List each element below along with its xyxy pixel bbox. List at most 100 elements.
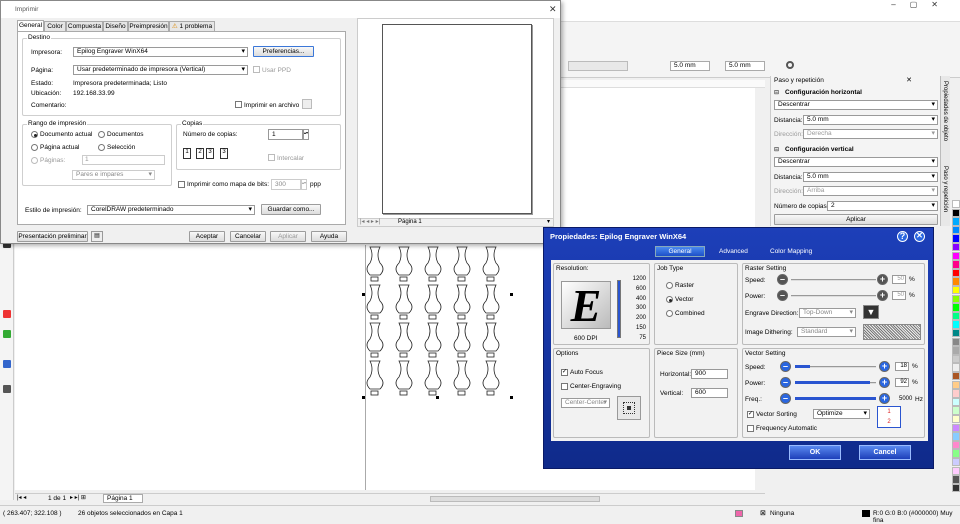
palette-swatch[interactable] [952,286,960,295]
distance-v-input[interactable]: 5.0 mm [725,61,765,71]
horizontal-scrollbar[interactable] [430,496,600,502]
collate-checkbox[interactable] [268,154,275,161]
palette-swatch[interactable] [952,423,960,432]
palette-swatch[interactable] [952,458,960,467]
palette-swatch[interactable] [952,260,960,269]
raster-speed-value[interactable]: 50 [892,275,906,284]
pages-radio[interactable] [31,157,38,164]
palette-swatch[interactable] [952,294,960,303]
center-select[interactable]: Center-Center [561,398,610,408]
vertical-mode-select[interactable]: Descentrar [774,157,938,167]
ok-button[interactable]: OK [789,445,841,460]
raster-power-value[interactable]: 50 [892,291,906,300]
vector-speed-value[interactable]: 18 [895,362,909,371]
print-as-bitmap-checkbox[interactable] [178,181,185,188]
palette-swatch[interactable] [952,354,960,364]
palette-swatch[interactable] [952,311,960,321]
cancel-button[interactable]: Cancel [859,445,911,460]
use-ppd-checkbox[interactable] [253,66,260,73]
save-as-button[interactable]: Guardar como... [261,204,321,215]
palette-swatch[interactable] [952,200,960,209]
help-icon[interactable]: ? [897,231,908,242]
bitmap-dpi-input[interactable]: 300 [271,179,301,190]
close-icon[interactable]: ✕ [549,4,557,15]
raster-power-slider[interactable] [791,295,876,297]
current-document-radio[interactable] [31,131,38,138]
palette-swatch[interactable] [952,415,960,424]
palette-swatch[interactable] [952,363,960,372]
raster-radio[interactable] [666,282,673,289]
palette-swatch[interactable] [952,243,960,252]
dpi-slider[interactable] [617,280,621,338]
current-page-radio[interactable] [31,144,38,151]
plus-icon[interactable]: + [879,393,890,404]
tab-general[interactable]: General [655,246,705,257]
vertical-distance-input[interactable]: 5.0 mm [803,172,938,182]
plus-icon[interactable]: + [877,290,888,301]
minus-icon[interactable]: – [777,290,788,301]
apply-button[interactable]: Aplicar [270,231,306,242]
print-style-select[interactable]: CorelDRAW predeterminado [87,205,255,215]
accept-button[interactable]: Aceptar [189,231,225,242]
horizontal-direction-select[interactable]: Derecha [803,129,938,139]
minus-icon[interactable]: – [780,377,791,388]
palette-swatch[interactable] [952,380,960,389]
horizontal-input[interactable]: 900 [691,369,728,379]
vertical-direction-select[interactable]: Arriba [803,186,938,196]
engrave-direction-select[interactable]: Top-Down [799,308,856,318]
vector-radio[interactable] [666,296,673,303]
vertical-input[interactable]: 600 [691,388,728,398]
print-to-file-checkbox[interactable] [235,101,242,108]
palette-swatch[interactable] [952,277,960,286]
palette-swatch[interactable] [952,234,960,243]
palette-swatch[interactable] [952,389,960,398]
collapse-icon[interactable]: ⊟ [774,146,779,153]
close-icon[interactable]: ✕ [914,231,925,242]
plus-icon[interactable]: + [879,377,890,388]
first-page-icon[interactable]: |◂ ◂ [17,494,26,501]
restore-icon[interactable]: ▢ [910,0,932,9]
align-icon[interactable] [568,61,628,71]
outline-tool-icon[interactable] [3,360,11,368]
minimize-icon[interactable]: – [891,0,909,9]
page-tab[interactable]: Página 1 [103,494,143,503]
close-icon[interactable]: ✕ [931,0,952,9]
palette-swatch[interactable] [952,440,960,450]
horizontal-distance-input[interactable]: 5.0 mm [803,115,938,125]
help-button[interactable]: Ayuda [311,231,347,242]
interactive-tool-icon[interactable] [3,385,11,393]
pages-input[interactable]: 1 [82,155,165,165]
distance-h-input[interactable]: 5.0 mm [670,61,710,71]
palette-swatch[interactable] [952,466,960,475]
drawing-objects[interactable] [362,245,514,401]
chevron-down-icon[interactable]: ▾ [547,218,550,225]
combined-radio[interactable] [666,310,673,317]
frequency-value[interactable]: 5000 [899,396,912,402]
center-engraving-checkbox[interactable] [561,383,568,390]
raster-speed-slider[interactable] [791,279,876,281]
auto-focus-checkbox[interactable]: ✓ [561,369,568,376]
tab-step-repeat[interactable]: Paso y repetición [942,166,948,212]
print-preview-button[interactable]: Presentación preliminar [17,231,88,242]
apply-button[interactable]: Aplicar [774,214,938,225]
plus-icon[interactable]: + [877,274,888,285]
palette-swatch[interactable] [952,406,960,415]
frequency-auto-checkbox[interactable] [747,425,754,432]
palette-swatch[interactable] [952,337,960,346]
palette-swatch[interactable] [952,346,960,355]
vector-sorting-select[interactable]: Optimize [813,409,870,419]
palette-swatch[interactable] [952,372,960,381]
plus-icon[interactable]: + [879,361,890,372]
palette-swatch[interactable] [952,483,960,493]
palette-swatch[interactable] [952,320,960,329]
preview-toggle-icon[interactable]: ▤ [91,231,103,242]
palette-swatch[interactable] [952,303,960,312]
palette-swatch[interactable] [952,268,960,278]
image-dithering-select[interactable]: Standard [797,327,856,337]
documents-radio[interactable] [98,131,105,138]
palette-swatch[interactable] [952,449,960,458]
tab-advanced[interactable]: Advanced [719,248,748,255]
palette-swatch[interactable] [952,251,960,260]
spinner-icon[interactable]: ▴▾ [301,179,307,190]
collapse-icon[interactable]: ⊟ [774,89,779,96]
